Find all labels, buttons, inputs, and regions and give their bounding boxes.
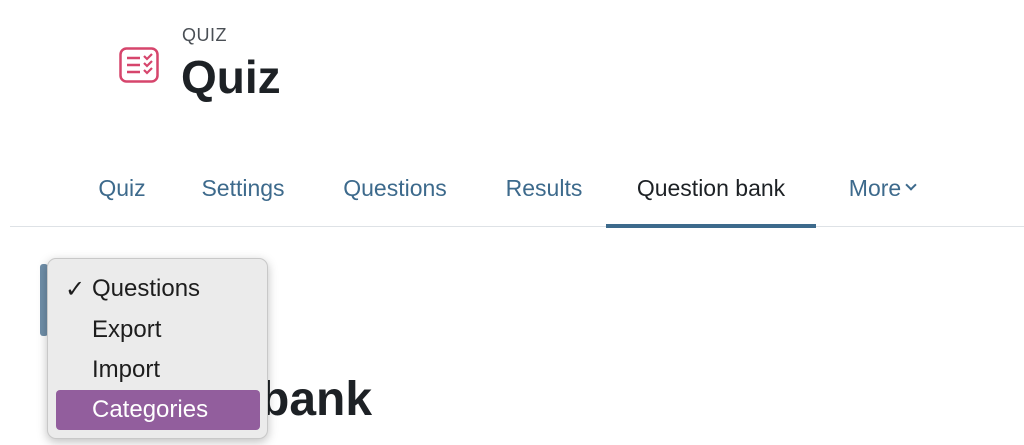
tab-label: More [848, 174, 902, 201]
tab-label: Quiz [98, 174, 146, 201]
tab-more[interactable]: More [826, 150, 938, 226]
option-export[interactable]: Export [56, 310, 260, 350]
tab-label: Question bank [636, 174, 786, 201]
tab-settings[interactable]: Settings [182, 150, 304, 226]
page-title: Quiz [181, 51, 281, 103]
quiz-list-icon [119, 47, 159, 83]
activity-type-label: QUIZ [182, 25, 227, 45]
tab-label: Results [505, 174, 583, 201]
option-import[interactable]: Import [56, 350, 260, 390]
checkmark-icon: ✓ [65, 276, 86, 303]
tab-label: Settings [201, 174, 285, 201]
page: QUIZ Quiz Quiz Settings Questions Result… [0, 0, 1024, 445]
option-label: Import [92, 356, 161, 383]
option-categories[interactable]: Categories [56, 390, 260, 430]
option-label: Categories [92, 396, 209, 423]
tab-label: Questions [343, 174, 447, 201]
option-label: Export [92, 316, 162, 343]
tab-results[interactable]: Results [484, 150, 604, 226]
chevron-down-icon [905, 179, 917, 191]
option-label: Questions [92, 275, 201, 302]
option-questions[interactable]: ✓ Questions [56, 269, 260, 309]
secondary-navigation: Quiz Settings Questions Results Question… [10, 150, 1024, 228]
question-bank-select-menu: ✓ Questions Export Import Categories [47, 258, 268, 439]
tab-quiz[interactable]: Quiz [72, 150, 172, 226]
section-heading: bank [260, 373, 373, 426]
tab-question-bank[interactable]: Question bank [606, 150, 816, 228]
tab-questions[interactable]: Questions [320, 150, 470, 226]
